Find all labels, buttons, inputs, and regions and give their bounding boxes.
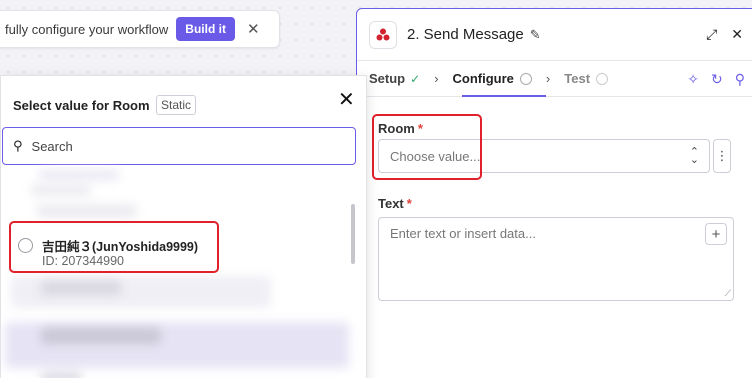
room-value-dropdown: Select value for Room Static ✕ ⚲ Search … xyxy=(0,75,367,378)
step-title: 2. Send Message xyxy=(407,26,524,43)
search-placeholder: Search xyxy=(31,138,73,154)
resize-handle-icon[interactable]: ⟋ xyxy=(725,288,731,299)
expand-icon[interactable]: ⤢ xyxy=(706,26,717,43)
active-tab-indicator xyxy=(462,95,546,97)
text-input[interactable]: Enter text or insert data... + ⟋ xyxy=(378,217,734,301)
obscured-option xyxy=(41,372,81,378)
refresh-icon[interactable]: ↻ xyxy=(711,71,723,88)
app-logo-icon xyxy=(369,20,397,49)
close-icon[interactable]: ✕ xyxy=(338,87,355,112)
check-icon: ✓ xyxy=(410,71,421,86)
banner-text: fully configure your workflow xyxy=(5,21,169,37)
build-it-button[interactable]: Build it xyxy=(176,17,235,41)
obscured-option xyxy=(39,170,119,180)
more-options-button[interactable]: ⋮ xyxy=(713,139,731,173)
highlight-selected-option xyxy=(9,221,219,273)
tab-test[interactable]: Test xyxy=(564,71,609,86)
close-icon[interactable]: ✕ xyxy=(731,26,743,43)
step-tabs: Setup ✓ › Configure › Test ✧ ↻ ⚲ xyxy=(357,61,752,97)
close-icon[interactable]: ✕ xyxy=(247,20,260,38)
clock-icon xyxy=(596,72,609,85)
insert-data-button[interactable]: + xyxy=(705,223,727,245)
search-icon[interactable]: ⚲ xyxy=(735,71,745,88)
dropdown-title: Select value for Room xyxy=(13,98,150,113)
status-circle-icon xyxy=(519,72,532,85)
obscured-option xyxy=(31,184,91,196)
highlight-room-field xyxy=(372,114,482,180)
required-mark: * xyxy=(406,196,412,211)
chevron-updown-icon: ⌃ ⌄ xyxy=(689,146,699,166)
tab-label: Configure xyxy=(452,71,514,86)
obscured-option xyxy=(37,204,137,218)
text-label-text: Text xyxy=(378,196,404,211)
step-panel: 2. Send Message ✎ ⤢ ✕ Setup ✓ › Configur… xyxy=(356,8,752,378)
ai-sparkle-icon[interactable]: ✧ xyxy=(687,71,699,88)
static-badge[interactable]: Static xyxy=(156,95,197,115)
chevron-right-icon: › xyxy=(434,71,439,86)
tab-setup[interactable]: Setup ✓ xyxy=(369,71,420,86)
text-placeholder: Enter text or insert data... xyxy=(390,226,536,241)
tab-configure[interactable]: Configure xyxy=(453,71,532,86)
text-label: Text * xyxy=(378,196,412,211)
panel-header: 2. Send Message ✎ ⤢ ✕ xyxy=(357,9,752,61)
edit-pencil-icon[interactable]: ✎ xyxy=(530,27,541,43)
search-input[interactable]: ⚲ Search xyxy=(2,127,356,165)
build-banner: fully configure your workflow Build it ✕ xyxy=(0,10,280,48)
obscured-option xyxy=(41,281,121,295)
tab-label: Test xyxy=(564,71,591,86)
tab-label: Setup xyxy=(369,71,406,86)
search-icon: ⚲ xyxy=(13,138,23,153)
scrollbar[interactable] xyxy=(351,204,355,264)
chevron-right-icon: › xyxy=(545,71,551,86)
obscured-option xyxy=(41,328,161,344)
